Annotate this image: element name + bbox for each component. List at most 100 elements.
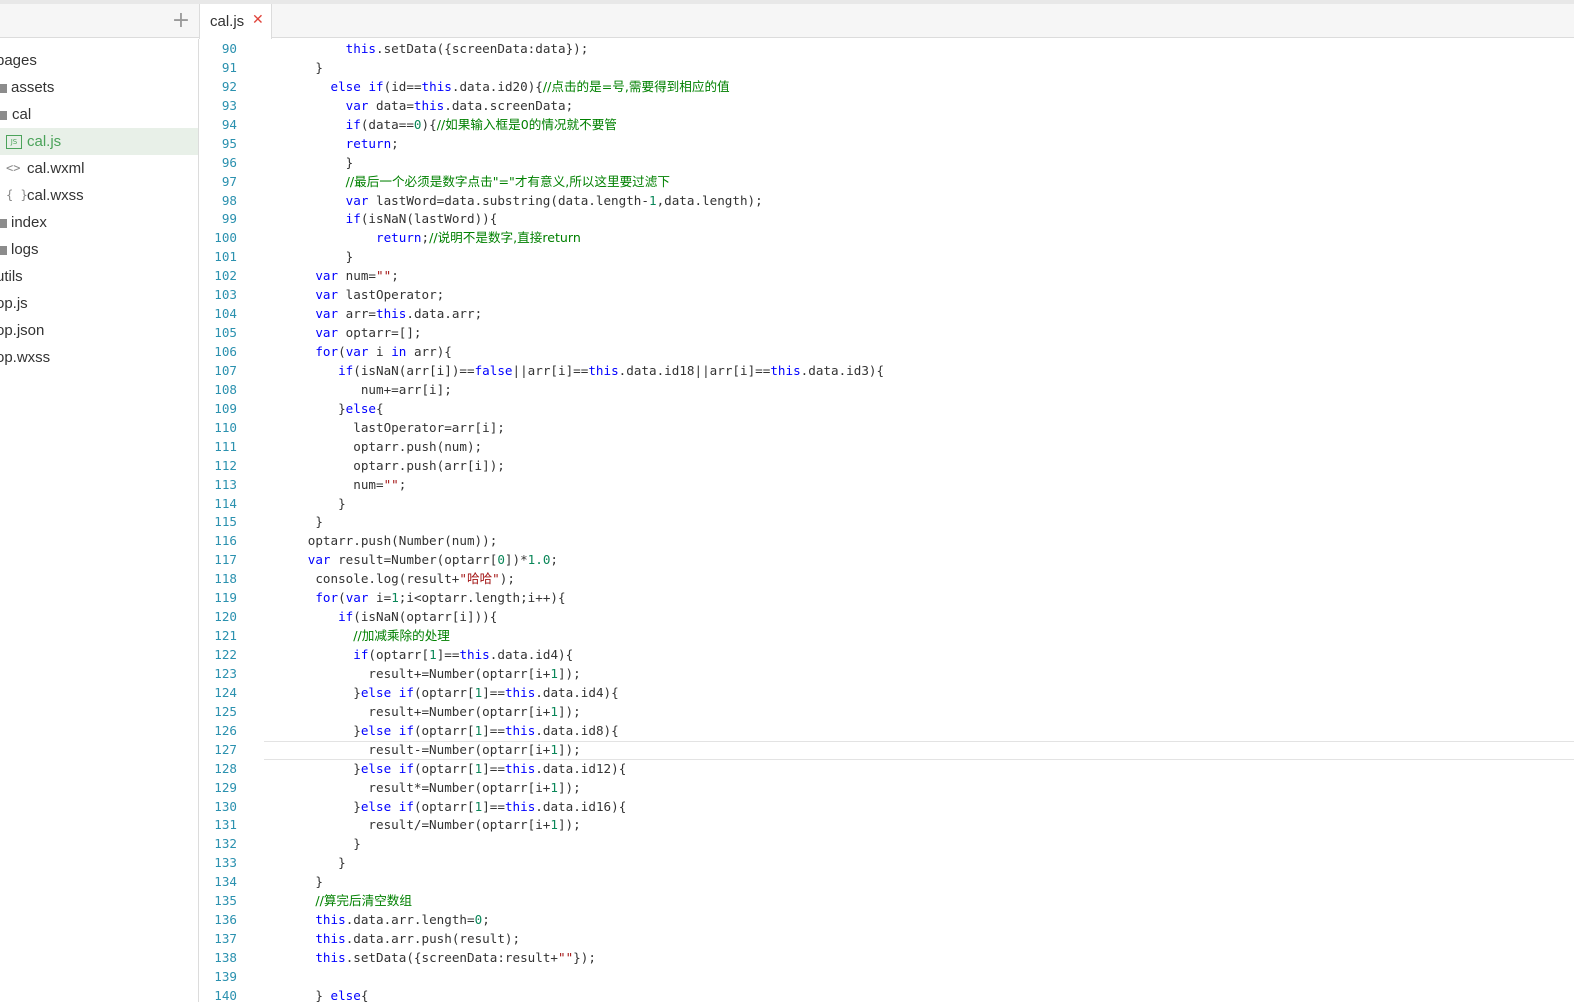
code-line[interactable]: 110 lastOperator=arr[i]; [199, 419, 1574, 438]
code-text: if(optarr[1]==this.data.id4){ [353, 647, 574, 662]
line-number: 125 [214, 703, 237, 719]
code-text: num=""; [285, 476, 407, 492]
line-number: 99 [221, 211, 237, 227]
code-line[interactable]: 125 result+=Number(optarr[i+1]); [199, 703, 1574, 722]
code-text: var lastOperator; [315, 287, 445, 303]
code-line[interactable]: 133 } [199, 854, 1574, 873]
code-line[interactable]: 134 } [199, 873, 1574, 892]
tree-item-utils[interactable]: utils [0, 263, 198, 290]
line-number: 90 [221, 41, 237, 56]
line-number: 92 [221, 78, 237, 94]
tree-item-cal-wxml[interactable]: <> cal.wxml [0, 155, 198, 182]
tree-item-cal-js[interactable]: JS cal.js [0, 128, 198, 155]
code-line[interactable]: 136 this.data.arr.length=0; [199, 911, 1574, 930]
code-text: optarr.push(arr[i]); [285, 457, 505, 473]
code-line[interactable]: 104 var arr=this.data.arr; [199, 305, 1574, 324]
line-number: 121 [214, 628, 237, 644]
code-line[interactable]: 138 this.setData({screenData:result+""})… [199, 949, 1574, 968]
code-line[interactable]: 130 }else if(optarr[1]==this.data.id16){ [199, 798, 1574, 817]
code-line[interactable]: 140 } else{ [199, 987, 1574, 1002]
code-line[interactable]: 121 //加减乘除的处理 [199, 627, 1574, 646]
code-line[interactable]: 109 }else{ [199, 400, 1574, 419]
code-line[interactable]: 124 }else if(optarr[1]==this.data.id4){ [199, 684, 1574, 703]
code-line[interactable]: 131 result/=Number(optarr[i+1]); [199, 816, 1574, 835]
code-line[interactable]: 93 var data=this.data.screenData; [199, 97, 1574, 116]
code-line[interactable]: 118 console.log(result+"哈哈"); [199, 570, 1574, 589]
tree-item-app-wxss[interactable]: op.wxss [0, 344, 198, 371]
code-text: if(isNaN(arr[i])==false||arr[i]==this.da… [338, 362, 885, 378]
code-line[interactable]: 112 optarr.push(arr[i]); [199, 457, 1574, 476]
line-number: 114 [214, 495, 237, 511]
line-number: 118 [214, 571, 237, 587]
line-number: 112 [214, 457, 237, 473]
code-line[interactable]: 117 var result=Number(optarr[0])*1.0; [199, 551, 1574, 570]
code-line[interactable]: 96 } [199, 154, 1574, 173]
line-number: 94 [221, 116, 237, 132]
code-line[interactable]: 119 for(var i=1;i<optarr.length;i++){ [199, 589, 1574, 608]
code-line[interactable]: 98 var lastWord=data.substring(data.leng… [199, 192, 1574, 211]
code-line[interactable]: 107 if(isNaN(arr[i])==false||arr[i]==thi… [199, 362, 1574, 381]
code-line[interactable]: 126 }else if(optarr[1]==this.data.id8){ [199, 722, 1574, 741]
code-line[interactable]: 132 } [199, 835, 1574, 854]
tree-item-pages[interactable]: pages [0, 47, 198, 74]
code-text: this.data.arr.push(result); [315, 931, 521, 947]
line-number: 97 [221, 173, 237, 189]
code-text: var result=Number(optarr[0])*1.0; [307, 552, 558, 568]
folder-icon [0, 246, 7, 255]
code-text: var lastWord=data.substring(data.length-… [345, 192, 763, 208]
line-number: 95 [221, 135, 237, 151]
code-line[interactable]: 116 optarr.push(Number(num)); [199, 532, 1574, 551]
code-line[interactable]: 135 //算完后清空数组 [199, 892, 1574, 911]
tree-item-label: cal.wxss [27, 187, 84, 204]
tree-item-cal[interactable]: cal [0, 101, 198, 128]
code-text: optarr.push(num); [285, 438, 483, 454]
code-line[interactable]: 105 var optarr=[]; [199, 324, 1574, 343]
code-line[interactable]: 100 return;//说明不是数字,直接return [199, 229, 1574, 248]
code-line[interactable]: 103 var lastOperator; [199, 286, 1574, 305]
tree-item-app-json[interactable]: op.json [0, 317, 198, 344]
code-line[interactable]: 137 this.data.arr.push(result); [199, 930, 1574, 949]
code-line[interactable]: 99 if(isNaN(lastWord)){ [199, 210, 1574, 229]
tree-item-cal-wxss[interactable]: { } cal.wxss [0, 182, 198, 209]
code-text: } [285, 154, 354, 170]
code-line[interactable]: 122 if(optarr[1]==this.data.id4){ [199, 646, 1574, 665]
code-line[interactable]: 128 }else if(optarr[1]==this.data.id12){ [199, 760, 1574, 779]
code-text: optarr.push(Number(num)); [285, 533, 498, 549]
code-line[interactable]: 97 //最后一个必须是数字点击"="才有意义,所以这里要过滤下 [199, 173, 1574, 192]
code-line[interactable]: 94 if(data==0){//如果输入框是0的情况就不要管 [199, 116, 1574, 135]
code-editor[interactable]: 90 this.setData({screenData:data}); 91 } 9… [199, 39, 1574, 1002]
tree-item-index[interactable]: index [0, 209, 198, 236]
code-line[interactable]: 92 else if(id==this.data.id20){//点击的是=号,… [199, 78, 1574, 97]
code-line[interactable]: 108 num+=arr[i]; [199, 381, 1574, 400]
code-text: result+=Number(optarr[i+1]); [285, 703, 581, 719]
line-number: 133 [214, 855, 237, 871]
code-line[interactable]: 90 this.setData({screenData:data}); [199, 40, 1574, 59]
code-line[interactable]: 115 } [199, 513, 1574, 532]
add-tab-button[interactable]: + [170, 10, 192, 32]
code-line[interactable]: 91 } [199, 59, 1574, 78]
tree-item-assets[interactable]: assets [0, 74, 198, 101]
tree-item-label: logs [11, 241, 39, 258]
close-icon[interactable]: ✕ [252, 12, 264, 28]
code-line[interactable]: 139 [199, 968, 1574, 987]
line-number: 140 [214, 987, 237, 1002]
code-line[interactable]: 111 optarr.push(num); [199, 438, 1574, 457]
tree-item-logs[interactable]: logs [0, 236, 198, 263]
code-line[interactable]: 101 } [199, 248, 1574, 267]
line-number: 115 [214, 514, 237, 530]
code-line[interactable]: 102 var num=""; [199, 267, 1574, 286]
code-line[interactable]: 129 result*=Number(optarr[i+1]); [199, 779, 1574, 798]
code-line[interactable]: 113 num=""; [199, 476, 1574, 495]
code-line[interactable]: 114 } [199, 495, 1574, 514]
code-line[interactable]: 120 if(isNaN(optarr[i])){ [199, 608, 1574, 627]
tree-item-app-js[interactable]: op.js [0, 290, 198, 317]
code-text: }else if(optarr[1]==this.data.id12){ [285, 760, 627, 776]
code-line[interactable]: 127 result-=Number(optarr[i+1]); [199, 740, 1574, 760]
code-line[interactable]: 123 result+=Number(optarr[i+1]); [199, 665, 1574, 684]
code-text: }else{ [285, 400, 384, 416]
code-line[interactable]: 95 return; [199, 135, 1574, 154]
code-text: if(data==0){//如果输入框是0的情况就不要管 [345, 116, 617, 132]
code-line[interactable]: 106 for(var i in arr){ [199, 343, 1574, 362]
tab-cal-js[interactable]: cal.js ✕ [199, 4, 272, 39]
tree-item-label: cal [12, 106, 32, 123]
